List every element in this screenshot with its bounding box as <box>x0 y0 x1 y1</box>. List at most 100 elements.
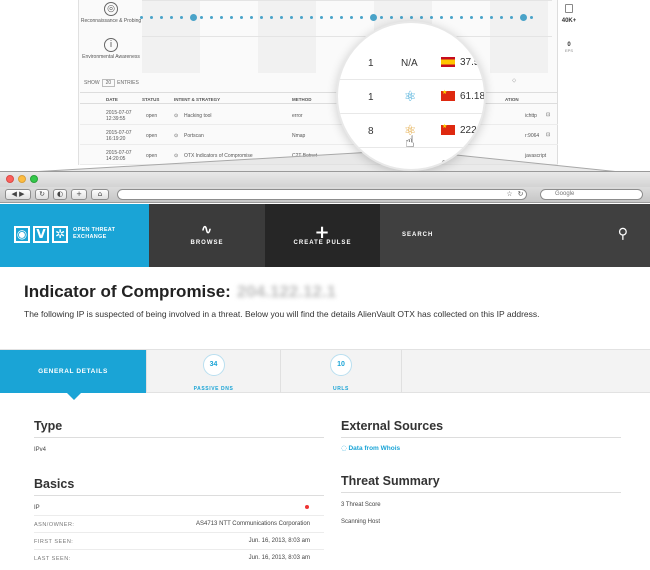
external-sources-heading: External Sources <box>341 419 444 433</box>
timeline-dot <box>360 16 363 19</box>
ip-label: IP <box>34 505 40 511</box>
divider <box>34 515 324 516</box>
asn-key: ASN/OWNER: <box>34 522 75 528</box>
table-row[interactable]: 2015-07-07 14:20:05 open ⊙ OTX Indicators… <box>80 145 558 165</box>
tab-general-details[interactable]: GENERAL DETAILS <box>0 350 147 393</box>
nav-create-pulse[interactable]: + CREATE PULSE <box>265 204 380 267</box>
stage-recon[interactable]: ◎ Reconnaissance & Probing <box>80 0 142 36</box>
entries-select[interactable]: 20 <box>101 79 116 87</box>
reader-icon[interactable]: ◐ <box>53 189 67 200</box>
row-action-icon[interactable]: ⊡ <box>546 132 550 138</box>
timeline-dot <box>160 16 163 19</box>
timeline-dot <box>410 16 413 19</box>
stage-awareness[interactable]: i Environmental Awareness <box>80 36 142 72</box>
divider <box>34 495 324 496</box>
timeline-dot <box>510 16 513 19</box>
timeline-dot <box>220 16 223 19</box>
refresh-small-icon[interactable]: ↻ <box>516 190 525 199</box>
timeline-dot <box>380 16 383 19</box>
browser-toolbar: ◀ ▶ ↻ ◐ + ⌂ ☆ ↻ Google <box>0 187 650 203</box>
lens-row: 1 ⚛ 61.183.1 <box>338 81 484 114</box>
threat-type: Scanning Host <box>341 519 381 525</box>
ip-address-blurred: 204.122.12.1 <box>236 282 337 301</box>
tab-urls[interactable]: 10 URLS <box>281 350 402 393</box>
divider <box>34 532 324 533</box>
timeline-dot <box>440 16 443 19</box>
passive-dns-count: 34 <box>202 354 225 376</box>
otx-logo[interactable]: ◉ V ✲ OPEN THREAT EXCHANGE <box>0 204 149 267</box>
asn-value: AS4713 NTT Communications Corporation <box>196 521 310 527</box>
nav-browse[interactable]: ∿ BROWSE <box>149 204 265 267</box>
table-row[interactable]: 2015-07-07 12:39:55 open ⊙ Hacking tool e… <box>80 105 558 125</box>
type-heading: Type <box>34 419 63 433</box>
tag-icon[interactable]: ⬦ <box>512 78 516 85</box>
threat-summary-heading: Threat Summary <box>341 474 440 488</box>
address-bar[interactable] <box>117 189 527 200</box>
lens-row: 1 N/A 37.5 <box>338 47 484 80</box>
trash-icon[interactable] <box>565 4 573 13</box>
timeline-dot <box>470 16 473 19</box>
timeline-dot <box>150 16 153 19</box>
stats-sidebar: 40K+ 0 EPS <box>557 0 579 165</box>
back-forward-icon[interactable]: ◀ ▶ <box>5 189 31 200</box>
spain-flag-icon <box>441 57 455 68</box>
last-seen-key: LAST SEEN: <box>34 556 71 562</box>
active-tab-caret <box>66 392 82 400</box>
threat-score: 3 Threat Score <box>341 502 381 508</box>
close-window-icon[interactable] <box>6 175 14 183</box>
info-icon: i <box>104 38 118 52</box>
timeline-dot <box>530 16 533 19</box>
nav-search[interactable]: SEARCH ⚲ <box>380 204 650 267</box>
row-action-icon[interactable]: ⊡ <box>546 112 550 118</box>
first-seen-key: FIRST SEEN: <box>34 539 74 545</box>
basics-heading: Basics <box>34 477 75 491</box>
divider <box>34 437 324 438</box>
china-flag-icon <box>441 123 455 136</box>
detail-tabs: GENERAL DETAILS 34 PASSIVE DNS 10 URLS <box>0 349 650 393</box>
timeline-dot <box>430 16 433 19</box>
timeline-dot <box>290 16 293 19</box>
hand-cursor-icon: ☝ <box>405 132 415 151</box>
timeline-dot <box>190 14 197 21</box>
timeline-dot <box>230 16 233 19</box>
add-icon[interactable]: + <box>71 189 87 200</box>
timeline-dot <box>500 16 503 19</box>
timeline-dot <box>310 16 313 19</box>
stat-events: 40K+ <box>561 18 577 24</box>
last-seen-value: Jun. 16, 2013, 8:03 am <box>248 555 310 561</box>
table-row[interactable]: 2015-07-07 16:19:20 open ⊙ Portscan Nmap … <box>80 125 558 145</box>
stage-awareness-label: Environmental Awareness <box>82 54 140 60</box>
reload-icon[interactable]: ↻ <box>35 189 49 200</box>
events-table-header: DATE STATUS INTENT & STRATEGY METHOD ATI… <box>80 92 558 104</box>
chat-icon: ◌ <box>341 444 347 452</box>
otx-navbar: ◉ V ✲ OPEN THREAT EXCHANGE ∿ BROWSE + CRE… <box>0 204 650 267</box>
event-timeline <box>140 14 540 22</box>
plus-icon: + <box>314 222 331 243</box>
tab-passive-dns[interactable]: 34 PASSIVE DNS <box>147 350 281 393</box>
status-dot <box>305 505 309 509</box>
lens-row: 192.1 <box>338 149 484 169</box>
divider <box>341 492 621 493</box>
whois-link[interactable]: ◌ Data from Whois <box>341 444 400 452</box>
timeline-dot <box>210 16 213 19</box>
timeline-dot <box>280 16 283 19</box>
page-description: The following IP is suspected of being i… <box>24 309 540 319</box>
intent-icon: ⊙ <box>174 133 179 139</box>
search-icon[interactable]: ⚲ <box>618 226 628 242</box>
alien-icon: ◉ <box>14 226 30 243</box>
timeline-dot <box>170 16 173 19</box>
timeline-dot <box>480 16 483 19</box>
timeline-dot <box>460 16 463 19</box>
google-search-input[interactable]: Google <box>540 189 643 200</box>
intent-icon: ⊙ <box>174 113 179 119</box>
timeline-dot <box>390 16 393 19</box>
intent-icon: ⊙ <box>174 153 179 159</box>
bookmark-icon[interactable]: ☆ <box>505 190 514 199</box>
timeline-dot <box>490 16 493 19</box>
minimize-window-icon[interactable] <box>18 175 26 183</box>
browser-window: ◀ ▶ ↻ ◐ + ⌂ ☆ ↻ Google ◉ V ✲ OPEN THREAT… <box>0 171 650 570</box>
maximize-window-icon[interactable] <box>30 175 38 183</box>
entries-control: SHOW 20 ENTRIES <box>84 79 139 87</box>
home-icon[interactable]: ⌂ <box>91 189 109 200</box>
timeline-dot <box>240 16 243 19</box>
